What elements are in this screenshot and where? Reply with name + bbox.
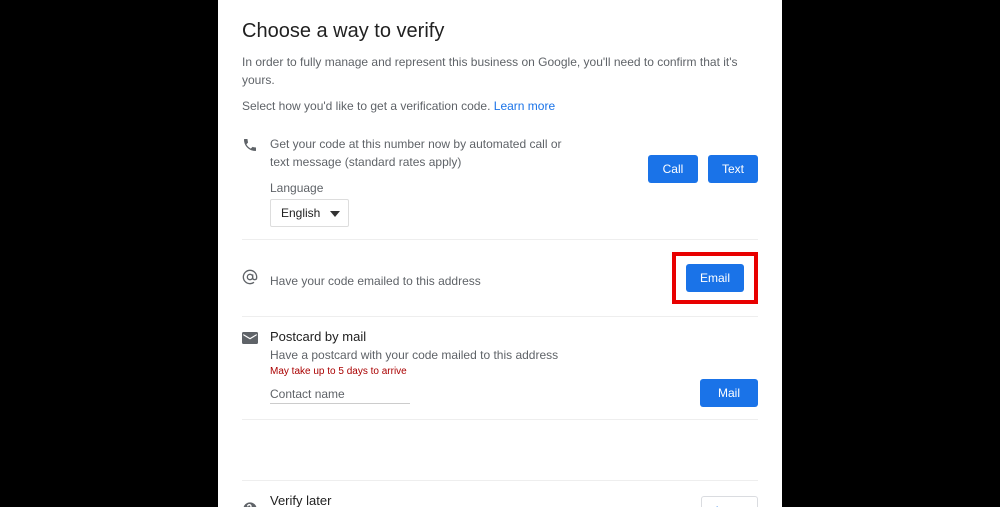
phone-icon — [242, 135, 270, 158]
postcard-desc: Have a postcard with your code mailed to… — [270, 346, 692, 364]
select-subtext: Select how you'd like to get a verificat… — [242, 99, 758, 113]
postcard-note: May take up to 5 days to arrive — [270, 366, 692, 377]
phone-desc: Get your code at this number now by auto… — [270, 135, 570, 171]
contact-name-field[interactable]: Contact name — [270, 387, 410, 404]
mail-button[interactable]: Mail — [700, 379, 758, 407]
later-button[interactable]: Later — [701, 496, 758, 507]
text-button[interactable]: Text — [708, 155, 758, 183]
email-button[interactable]: Email — [686, 264, 744, 292]
postcard-body: Postcard by mail Have a postcard with yo… — [270, 329, 700, 404]
phone-buttons: Call Text — [648, 155, 758, 183]
mail-icon — [242, 329, 270, 350]
postcard-buttons: Mail — [700, 379, 758, 407]
language-label: Language — [270, 181, 640, 195]
language-value: English — [281, 206, 320, 220]
option-postcard: Postcard by mail Have a postcard with yo… — [242, 317, 758, 420]
spacer — [242, 420, 758, 480]
option-email: Have your code emailed to this address E… — [242, 240, 758, 317]
verify-card: Choose a way to verify In order to fully… — [218, 0, 782, 507]
email-body: Have your code emailed to this address — [270, 266, 672, 290]
learn-more-link[interactable]: Learn more — [494, 99, 555, 113]
page-title: Choose a way to verify — [242, 20, 758, 43]
email-buttons: Email — [672, 252, 758, 304]
select-label: Select how you'd like to get a verificat… — [242, 99, 494, 113]
option-later: Verify later You can't fully manage your… — [242, 480, 758, 507]
option-phone: Get your code at this number now by auto… — [242, 123, 758, 240]
page-subtext: In order to fully manage and represent t… — [242, 53, 758, 89]
caret-down-icon — [330, 206, 340, 220]
later-buttons: Later — [701, 496, 758, 507]
later-body: Verify later You can't fully manage your… — [270, 493, 701, 507]
later-title: Verify later — [270, 493, 693, 507]
language-select[interactable]: English — [270, 199, 349, 227]
phone-body: Get your code at this number now by auto… — [270, 135, 648, 227]
help-icon — [242, 499, 270, 507]
email-icon — [242, 267, 270, 290]
email-highlight: Email — [672, 252, 758, 304]
email-desc: Have your code emailed to this address — [270, 272, 664, 290]
postcard-title: Postcard by mail — [270, 329, 692, 344]
call-button[interactable]: Call — [648, 155, 698, 183]
